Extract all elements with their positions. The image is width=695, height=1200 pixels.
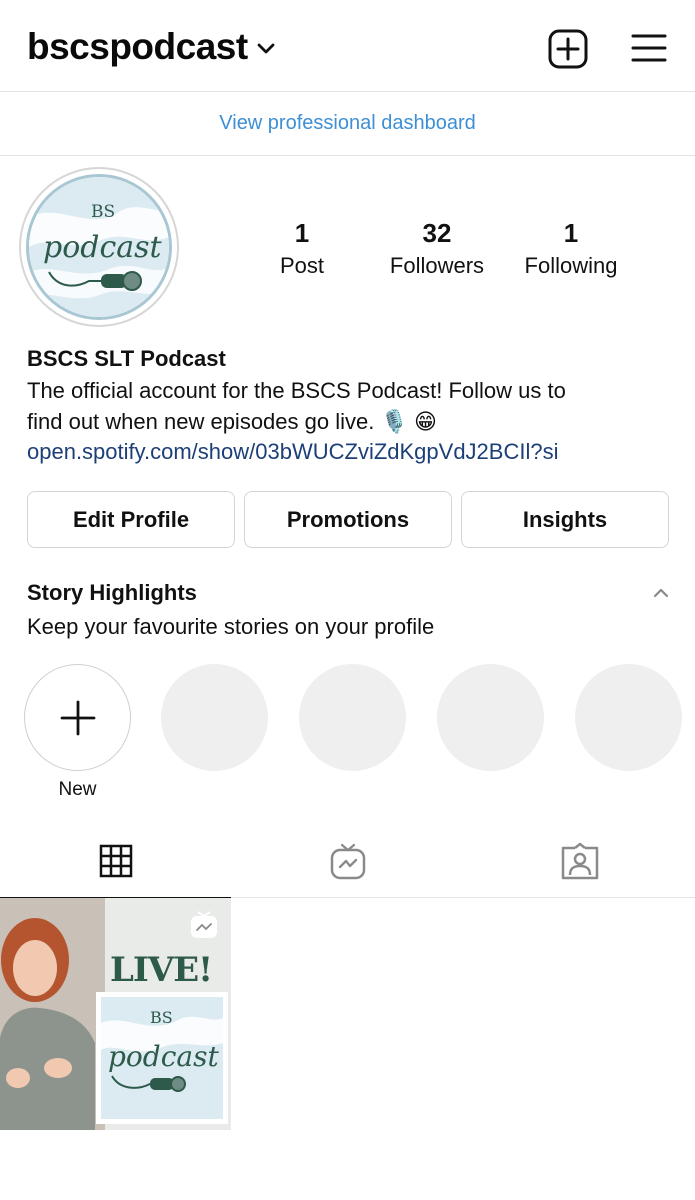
tagged-icon	[561, 842, 598, 879]
highlight-placeholder	[437, 664, 544, 771]
new-highlight-button[interactable]	[24, 664, 131, 771]
view-dashboard-link[interactable]: View professional dashboard	[219, 112, 475, 135]
chevron-up-icon[interactable]	[652, 587, 670, 599]
story-highlights-subtitle: Keep your favourite stories on your prof…	[27, 614, 435, 639]
avatar-top-text: BS	[91, 202, 115, 222]
avatar-logo: BS podcast	[26, 174, 172, 320]
display-name: BSCS SLT Podcast	[27, 346, 226, 371]
bio-line-2: find out when new episodes go live. 🎙️ 😁	[27, 409, 437, 434]
profile-buttons: Edit Profile Promotions Insights	[27, 491, 669, 548]
profile-tabs	[0, 823, 695, 899]
post-live-text: LIVE!	[110, 950, 213, 990]
tab-igtv[interactable]	[232, 823, 463, 898]
new-highlight-label: New	[58, 779, 97, 800]
new-post-icon[interactable]	[548, 29, 588, 69]
following-label: Following	[524, 253, 618, 278]
highlight-placeholder	[299, 664, 406, 771]
following-count: 1	[563, 218, 579, 248]
followers-count: 32	[422, 218, 452, 248]
podcast-logo-image: BS podcast	[29, 177, 169, 317]
bio-link[interactable]: open.spotify.com/show/03bWUCZviZdKgpVdJ2…	[27, 437, 677, 467]
chevron-down-icon	[257, 43, 275, 54]
highlight-placeholder	[575, 664, 682, 771]
menu-icon[interactable]	[631, 33, 667, 63]
igtv-icon	[330, 843, 365, 879]
tab-posts-grid[interactable]	[0, 823, 231, 899]
username: bscspodcast	[27, 26, 248, 67]
edit-profile-button[interactable]: Edit Profile	[27, 491, 235, 548]
posts-count: 1	[294, 218, 310, 248]
bio: BSCS SLT Podcast The official account fo…	[27, 345, 677, 467]
bio-line-1: The official account for the BSCS Podcas…	[27, 378, 566, 403]
posts-stat[interactable]: 1 Post	[262, 218, 342, 279]
story-highlights-title: Story Highlights	[27, 580, 197, 605]
promotions-button[interactable]: Promotions	[244, 491, 452, 548]
svg-text:BS: BS	[150, 1008, 173, 1027]
top-bar: bscspodcast	[0, 0, 695, 92]
post-image: BS podcast	[0, 898, 231, 1130]
avatar[interactable]: BS podcast	[19, 167, 179, 327]
following-stat[interactable]: 1 Following	[515, 218, 627, 279]
tab-tagged[interactable]	[464, 823, 695, 898]
svg-text:podcast: podcast	[108, 1040, 219, 1073]
insights-button[interactable]: Insights	[461, 491, 669, 548]
grid-icon	[99, 844, 132, 877]
followers-stat[interactable]: 32 Followers	[382, 218, 492, 279]
followers-label: Followers	[389, 253, 485, 278]
posts-label: Post	[279, 253, 325, 278]
plus-icon	[60, 700, 95, 735]
highlight-placeholder	[161, 664, 268, 771]
professional-dashboard-bar: View professional dashboard	[0, 92, 695, 156]
bio-text: The official account for the BSCS Podcas…	[27, 375, 677, 437]
post-thumbnail[interactable]: BS podcast	[0, 898, 231, 1130]
account-switcher[interactable]: bscspodcast	[27, 26, 276, 68]
avatar-script-text: podcast	[43, 230, 163, 265]
